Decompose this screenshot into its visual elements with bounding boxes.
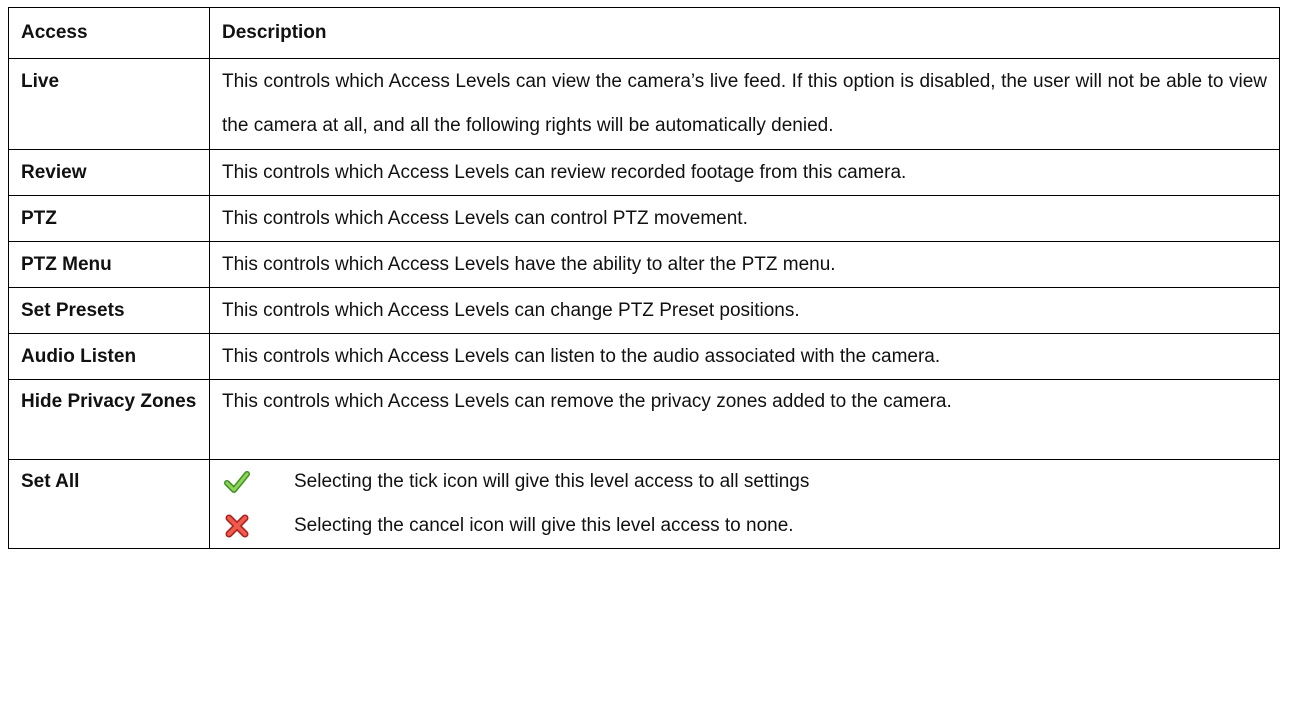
- description-cell: This controls which Access Levels can vi…: [209, 58, 1280, 150]
- description-cell: This controls which Access Levels can re…: [209, 149, 1280, 196]
- table-row-set-all: Set All Selecting the tick icon will giv…: [8, 459, 1280, 549]
- description-cell: This controls which Access Levels can ch…: [209, 287, 1280, 334]
- table-row-hide-privacy-zones: Hide Privacy Zones This controls which A…: [8, 379, 1280, 460]
- set-all-tick-line: Selecting the tick icon will give this l…: [222, 460, 1267, 504]
- description-cell: This controls which Access Levels can co…: [209, 195, 1280, 242]
- tick-description: Selecting the tick icon will give this l…: [294, 471, 810, 492]
- access-cell: Audio Listen: [8, 333, 210, 380]
- table-row-live: Live This controls which Access Levels c…: [8, 58, 1280, 150]
- tick-icon: [224, 471, 250, 493]
- table-row-audio-listen: Audio Listen This controls which Access …: [8, 333, 1280, 380]
- description-cell: This controls which Access Levels have t…: [209, 241, 1280, 288]
- description-cell: This controls which Access Levels can li…: [209, 333, 1280, 380]
- access-cell: Set Presets: [8, 287, 210, 334]
- access-cell: PTZ Menu: [8, 241, 210, 288]
- access-cell: Review: [8, 149, 210, 196]
- access-cell: Set All: [8, 459, 210, 549]
- description-cell: This controls which Access Levels can re…: [209, 379, 1280, 460]
- table-header-row: Access Description: [8, 7, 1280, 59]
- table-row-review: Review This controls which Access Levels…: [8, 149, 1280, 196]
- table-row-ptz: PTZ This controls which Access Levels ca…: [8, 195, 1280, 242]
- set-all-cancel-line: Selecting the cancel icon will give this…: [222, 504, 1267, 548]
- cancel-description: Selecting the cancel icon will give this…: [294, 515, 794, 536]
- header-description: Description: [209, 7, 1280, 59]
- table-row-set-presets: Set Presets This controls which Access L…: [8, 287, 1280, 334]
- access-cell: Hide Privacy Zones: [8, 379, 210, 460]
- table-row-ptz-menu: PTZ Menu This controls which Access Leve…: [8, 241, 1280, 288]
- set-all-description: Selecting the tick icon will give this l…: [209, 459, 1280, 549]
- access-rights-table: Access Description Live This controls wh…: [8, 7, 1280, 549]
- access-cell: Live: [8, 58, 210, 150]
- cancel-icon: [225, 514, 249, 538]
- access-cell: PTZ: [8, 195, 210, 242]
- header-access: Access: [8, 7, 210, 59]
